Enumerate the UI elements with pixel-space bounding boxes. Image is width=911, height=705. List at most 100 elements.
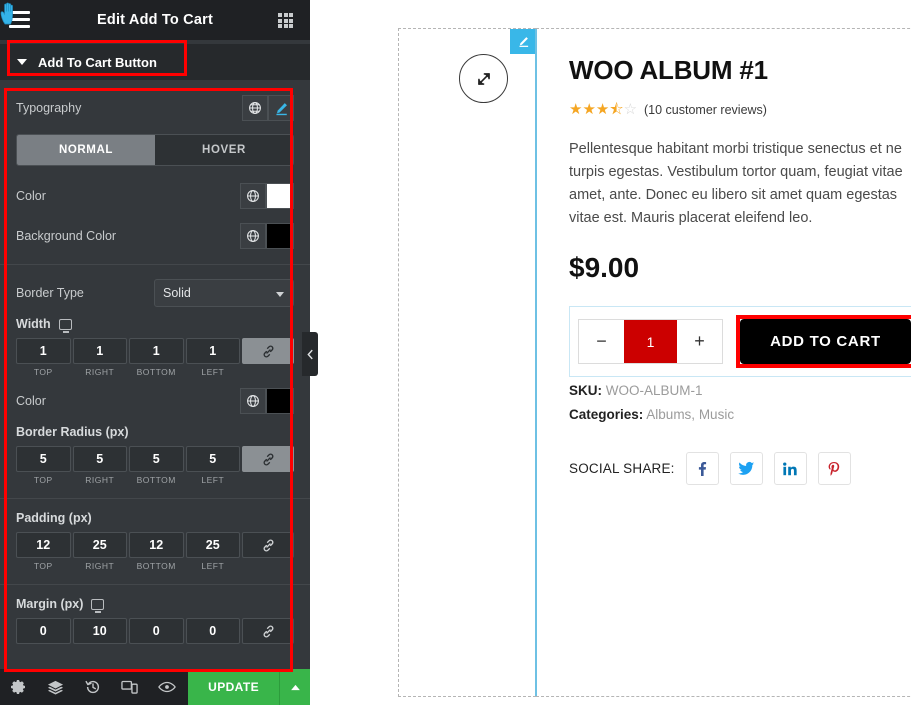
link-icon[interactable] [242, 446, 294, 472]
product-price: $9.00 [569, 252, 640, 283]
facebook-icon[interactable] [685, 452, 719, 485]
border-color-label: Color [16, 394, 46, 408]
padding-top[interactable]: 12 [16, 532, 71, 558]
link-icon[interactable] [242, 338, 294, 364]
side-label-bottom: BOTTOM [136, 561, 176, 571]
preview-icon[interactable] [148, 669, 185, 705]
linkedin-icon[interactable] [773, 452, 807, 485]
side-label-right: RIGHT [85, 561, 115, 571]
desc-line: Pellentesque habitant morbi tristique se… [569, 141, 902, 157]
column-product-details: WOO ALBUM #1 ★★★⯪☆ (10 customer reviews)… [536, 28, 911, 697]
layers-icon[interactable] [37, 669, 74, 705]
quantity-input[interactable]: 1 [624, 320, 677, 363]
border-width-top[interactable]: 1 [16, 338, 71, 364]
margin-top[interactable]: 0 [16, 618, 71, 644]
border-radius-inputs[interactable]: 5 5 5 5 [16, 446, 294, 472]
control-border-color[interactable]: Color [0, 381, 310, 421]
border-type-select[interactable]: Solid [154, 279, 294, 307]
pinterest-icon[interactable] [817, 452, 851, 485]
padding-side-labels: TOP RIGHT BOTTOM LEFT [16, 561, 294, 571]
side-label-bottom: BOTTOM [136, 367, 176, 377]
border-radius-left[interactable]: 5 [185, 446, 240, 472]
control-color[interactable]: Color [0, 176, 310, 216]
categories-value[interactable]: Albums, Music [646, 407, 734, 422]
border-radius-title: Border Radius (px) [0, 421, 310, 439]
margin-bottom[interactable]: 0 [129, 618, 184, 644]
chevron-down-icon [276, 292, 284, 297]
margin-label: Margin (px) [16, 597, 84, 611]
globe-icon[interactable] [240, 183, 266, 209]
product-description: Pellentesque habitant morbi tristique se… [569, 138, 911, 230]
gear-icon[interactable] [0, 669, 37, 705]
section-add-to-cart-button[interactable]: Add To Cart Button [0, 44, 310, 80]
padding-left[interactable]: 25 [185, 532, 240, 558]
side-label-top: TOP [33, 475, 53, 485]
border-width-left[interactable]: 1 [185, 338, 240, 364]
divider [0, 584, 310, 585]
globe-icon[interactable] [240, 223, 266, 249]
pencil-icon[interactable] [268, 95, 294, 121]
add-to-cart-button[interactable]: ADD TO CART [740, 319, 911, 364]
tab-normal[interactable]: NORMAL [17, 135, 155, 165]
side-label-right: RIGHT [85, 475, 115, 485]
column-image[interactable] [398, 28, 537, 697]
margin-inputs[interactable]: 0 10 0 0 [16, 618, 294, 644]
desktop-icon[interactable] [58, 318, 72, 333]
padding-right[interactable]: 25 [72, 532, 127, 558]
border-radius-bottom[interactable]: 5 [129, 446, 184, 472]
section-label: Add To Cart Button [38, 54, 157, 70]
border-radius-top[interactable]: 5 [16, 446, 71, 472]
padding-label: Padding (px) [16, 511, 92, 525]
control-background-color[interactable]: Background Color [0, 216, 310, 256]
state-tabs[interactable]: NORMAL HOVER [16, 134, 294, 166]
panel-collapse-handle[interactable] [302, 332, 318, 376]
update-group[interactable]: UPDATE [188, 669, 310, 705]
border-width-inputs[interactable]: 1 1 1 1 [16, 338, 294, 364]
control-typography[interactable]: Typography [0, 88, 310, 128]
padding-inputs[interactable]: 12 25 12 25 [16, 532, 294, 558]
categories-label: Categories: [569, 407, 644, 422]
review-count[interactable]: (10 customer reviews) [644, 103, 767, 117]
tab-hover[interactable]: HOVER [155, 135, 293, 165]
quantity-stepper[interactable]: − 1 + [578, 319, 723, 364]
history-icon[interactable] [74, 669, 111, 705]
link-icon[interactable] [242, 532, 294, 558]
color-swatch[interactable] [266, 183, 294, 209]
padding-bottom[interactable]: 12 [129, 532, 184, 558]
sku-value: WOO-ALBUM-1 [605, 383, 703, 398]
highlight-add-to-cart: ADD TO CART [736, 315, 911, 368]
control-border-type[interactable]: Border Type Solid [0, 273, 310, 313]
margin-left[interactable]: 0 [185, 618, 240, 644]
margin-right[interactable]: 10 [72, 618, 127, 644]
border-radius-right[interactable]: 5 [72, 446, 127, 472]
desktop-icon[interactable] [91, 598, 105, 613]
twitter-icon[interactable] [729, 452, 763, 485]
quantity-decrease-button[interactable]: − [579, 320, 624, 363]
pencil-icon[interactable] [510, 29, 537, 54]
product-title: WOO ALBUM #1 [569, 55, 768, 85]
border-type-label: Border Type [16, 286, 84, 300]
border-color-swatch[interactable] [266, 388, 294, 414]
typography-label: Typography [16, 101, 82, 115]
product-sku: SKU: WOO-ALBUM-1 [569, 383, 911, 398]
page-title: Edit Add To Cart [97, 12, 213, 28]
quantity-increase-button[interactable]: + [677, 320, 722, 363]
border-width-right[interactable]: 1 [72, 338, 127, 364]
update-button[interactable]: UPDATE [188, 669, 279, 705]
color-label: Color [16, 189, 46, 203]
link-icon[interactable] [242, 618, 294, 644]
side-label-left: LEFT [201, 367, 225, 377]
globe-icon[interactable] [240, 388, 266, 414]
side-label-left: LEFT [201, 561, 225, 571]
responsive-icon[interactable] [111, 669, 148, 705]
resize-arrows-icon[interactable] [459, 54, 508, 103]
globe-icon[interactable] [242, 95, 268, 121]
border-width-bottom[interactable]: 1 [129, 338, 184, 364]
grid-icon[interactable] [278, 13, 293, 28]
background-color-swatch[interactable] [266, 223, 294, 249]
border-width-title: Width [0, 313, 310, 333]
chevron-up-icon[interactable] [279, 669, 310, 705]
desc-line: turpis egestas. Vestibulum tortor quam, … [569, 164, 903, 180]
